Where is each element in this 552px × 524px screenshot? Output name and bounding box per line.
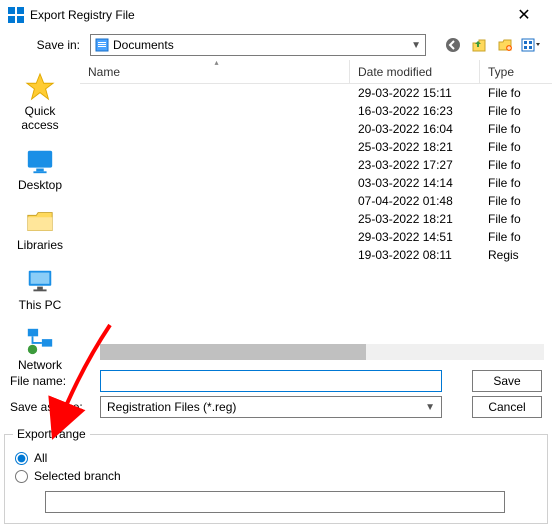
- save-button[interactable]: Save: [472, 370, 542, 392]
- savetype-combo[interactable]: Registration Files (*.reg) ▼: [100, 396, 442, 418]
- filename-input[interactable]: [100, 370, 442, 392]
- table-row[interactable]: 20-03-2022 16:04File fo: [80, 120, 552, 138]
- places-bar: Quick access Desktop Libraries This PC N…: [0, 60, 80, 360]
- export-range-label: Export range: [13, 427, 90, 441]
- sort-up-icon: ▴: [215, 58, 219, 67]
- table-row[interactable]: 16-03-2022 16:23File fo: [80, 102, 552, 120]
- radio-branch-input[interactable]: [15, 470, 28, 483]
- window-title: Export Registry File: [30, 8, 504, 22]
- column-name[interactable]: Name▴: [80, 60, 350, 83]
- table-row[interactable]: 25-03-2022 18:21File fo: [80, 138, 552, 156]
- view-menu-button[interactable]: [520, 35, 542, 55]
- column-type[interactable]: Type: [480, 60, 552, 83]
- branch-input[interactable]: [45, 491, 505, 513]
- table-row[interactable]: 03-03-2022 14:14File fo: [80, 174, 552, 192]
- table-row[interactable]: 07-04-2022 01:48File fo: [80, 192, 552, 210]
- horizontal-scrollbar[interactable]: [100, 344, 544, 360]
- table-row[interactable]: 23-03-2022 17:27File fo: [80, 156, 552, 174]
- radio-all[interactable]: All: [15, 451, 537, 465]
- chevron-down-icon: ▼: [411, 40, 421, 51]
- table-row[interactable]: 29-03-2022 14:51File fo: [80, 228, 552, 246]
- documents-icon: [95, 38, 109, 52]
- table-row[interactable]: 19-03-2022 08:11Regis: [80, 246, 552, 264]
- save-in-label: Save in:: [10, 38, 80, 52]
- chevron-down-icon: ▼: [425, 402, 435, 413]
- savetype-label: Save as type:: [10, 400, 100, 414]
- place-desktop[interactable]: Desktop: [5, 142, 75, 196]
- place-quick-access[interactable]: Quick access: [5, 68, 75, 136]
- save-in-combo[interactable]: Documents ▼: [90, 34, 426, 56]
- file-list: Name▴ Date modified Type 29-03-2022 15:1…: [80, 60, 552, 360]
- radio-all-input[interactable]: [15, 452, 28, 465]
- place-libraries[interactable]: Libraries: [5, 202, 75, 256]
- cancel-button[interactable]: Cancel: [472, 396, 542, 418]
- save-in-value: Documents: [113, 38, 411, 52]
- place-this-pc[interactable]: This PC: [5, 262, 75, 316]
- registry-icon: [8, 7, 24, 23]
- up-button[interactable]: [468, 35, 490, 55]
- place-network[interactable]: Network: [5, 322, 75, 376]
- export-range-group: Export range All Selected branch: [4, 434, 548, 524]
- table-row[interactable]: 25-03-2022 18:21File fo: [80, 210, 552, 228]
- table-row[interactable]: 29-03-2022 15:11File fo: [80, 84, 552, 102]
- close-button[interactable]: ✕: [504, 5, 544, 25]
- new-folder-button[interactable]: [494, 35, 516, 55]
- back-button[interactable]: [442, 35, 464, 55]
- radio-selected-branch[interactable]: Selected branch: [15, 469, 537, 483]
- titlebar: Export Registry File ✕: [0, 0, 552, 30]
- column-date[interactable]: Date modified: [350, 60, 480, 83]
- filename-label: File name:: [10, 374, 100, 388]
- column-headers: Name▴ Date modified Type: [80, 60, 552, 84]
